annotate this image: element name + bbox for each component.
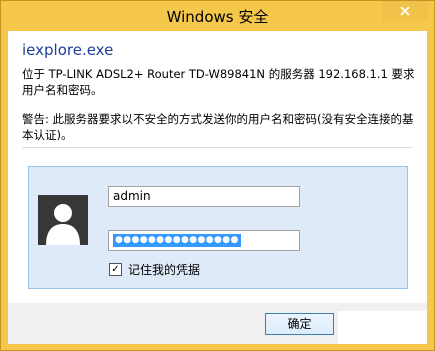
credential-tile[interactable]: admin ●●●●●●●●●●●●●●● ✓ 记住我的凭据 <box>28 166 408 289</box>
remember-label: 记住我的凭据 <box>128 263 201 277</box>
remember-credentials[interactable]: ✓ 记住我的凭据 <box>109 261 200 278</box>
remember-checkbox[interactable]: ✓ <box>109 263 122 276</box>
password-value: ●●●●●●●●●●●●●●● <box>113 234 241 247</box>
close-button[interactable] <box>382 1 428 21</box>
ok-button[interactable]: 确定 <box>265 313 334 335</box>
avatar <box>38 195 88 245</box>
close-icon <box>400 6 410 16</box>
dialog-body: iexplore.exe 位于 TP-LINK ADSL2+ Router TD… <box>8 31 427 303</box>
user-silhouette-icon <box>46 204 80 245</box>
window-title: Windows 安全 <box>166 8 269 26</box>
username-field[interactable]: admin <box>108 186 300 207</box>
app-name: iexplore.exe <box>22 41 114 59</box>
title-bar[interactable]: Windows 安全 <box>1 1 434 31</box>
cancel-button-area <box>338 311 427 344</box>
server-message: 位于 TP-LINK ADSL2+ Router TD-W89841N 的服务器… <box>22 67 415 97</box>
password-field[interactable]: ●●●●●●●●●●●●●●● <box>108 230 300 251</box>
username-value: admin <box>113 189 151 203</box>
security-dialog: Windows 安全 iexplore.exe 位于 TP-LINK ADSL2… <box>0 0 435 351</box>
divider <box>22 147 412 148</box>
button-bar: 确定 <box>8 303 427 344</box>
security-warning: 警告: 此服务器要求以不安全的方式发送你的用户名和密码(没有安全连接的基本认证)… <box>22 112 414 142</box>
